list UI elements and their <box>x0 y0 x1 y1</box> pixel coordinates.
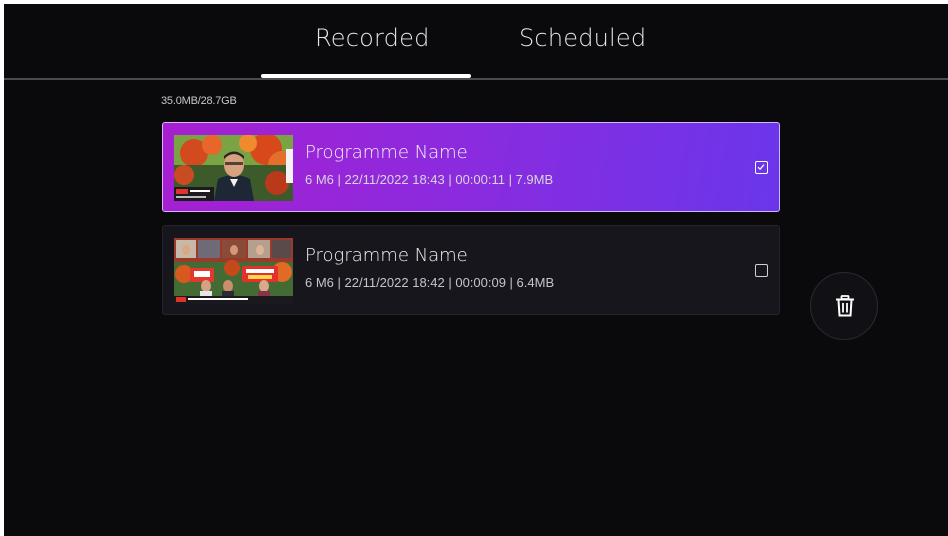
tab-recorded[interactable]: Recorded <box>315 24 430 52</box>
recording-thumbnail <box>174 238 293 304</box>
trash-icon <box>836 295 854 317</box>
recording-details: 6 M6 | 22/11/2022 18:42 | 00:00:09 | 6.4… <box>305 275 555 290</box>
recording-item[interactable]: Programme Name 6 M6 | 22/11/2022 18:43 |… <box>162 122 780 212</box>
thumbnail-news-presenter-icon <box>174 135 293 201</box>
checkmark-icon <box>757 164 765 171</box>
recording-details: 6 M6 | 22/11/2022 18:43 | 00:00:11 | 7.9… <box>305 172 554 187</box>
thumbnail-panel-show-icon <box>174 238 293 304</box>
recordings-screen: Recorded Scheduled 35.0MB/28.7GB Program… <box>4 4 948 536</box>
storage-usage: 35.0MB/28.7GB <box>161 95 237 107</box>
recording-item[interactable]: Programme Name 6 M6 | 22/11/2022 18:42 |… <box>162 225 780 315</box>
recording-thumbnail <box>174 135 293 201</box>
recording-title: Programme Name <box>305 245 468 266</box>
tab-bar: Recorded Scheduled <box>4 4 948 80</box>
recording-title: Programme Name <box>305 142 468 163</box>
tab-scheduled[interactable]: Scheduled <box>519 24 646 52</box>
tab-divider <box>4 78 948 80</box>
select-checkbox[interactable] <box>755 161 768 174</box>
delete-button[interactable] <box>810 272 878 340</box>
select-checkbox[interactable] <box>755 264 768 277</box>
